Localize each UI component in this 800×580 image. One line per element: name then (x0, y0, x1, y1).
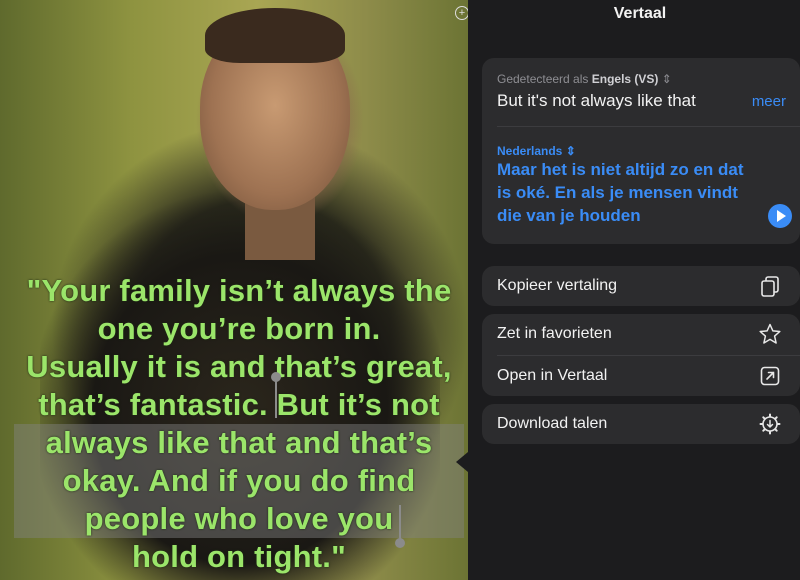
detected-language[interactable]: Gedetecteerd als Engels (VS) ⇕ (497, 72, 672, 86)
gear-download-icon (759, 413, 781, 435)
add-icon[interactable]: + (455, 6, 468, 20)
target-language-name: Nederlands (497, 144, 563, 158)
open-external-icon (760, 366, 780, 386)
source-text: But it's not always like that (497, 91, 696, 110)
copy-icon (761, 276, 779, 297)
download-card: Download talen (482, 404, 800, 444)
screen: "Your family isn’t always the one you’re… (0, 0, 800, 580)
background-photo: "Your family isn’t always the one you’re… (0, 0, 468, 580)
quote-line-selected[interactable]: people who love you (14, 500, 464, 538)
action-open-in-translate[interactable]: Open in Vertaal (482, 356, 800, 396)
copy-card: Kopieer vertaling (482, 266, 800, 306)
quote-text[interactable]: "Your family isn’t always the one you’re… (14, 272, 464, 576)
panel-title: Vertaal (613, 5, 667, 22)
action-download-languages[interactable]: Download talen (482, 404, 800, 444)
quote-line[interactable]: "Your family isn’t always the (14, 272, 464, 310)
quote-line[interactable]: Usually it is and that’s great, (14, 348, 464, 386)
action-label: Open in Vertaal (497, 367, 608, 384)
translated-text: Maar het is niet altijd zo en dat is oké… (497, 160, 744, 225)
photo-person-hair (205, 8, 345, 63)
favorites-open-card: Zet in favorieten Open in Vertaal (482, 314, 800, 396)
quote-line[interactable]: one you’re born in. (14, 310, 464, 348)
play-audio-button[interactable] (768, 204, 792, 228)
action-label: Zet in favorieten (497, 325, 612, 342)
chevron-updown-icon: ⇕ (565, 144, 576, 158)
selection-start-line (275, 380, 277, 418)
action-add-favorites[interactable]: Zet in favorieten (482, 314, 800, 354)
target-language[interactable]: Nederlands ⇕ (497, 144, 576, 158)
quote-line[interactable]: that’s fantastic. But it’s not (14, 386, 464, 424)
quote-line-selected[interactable]: always like that and that’s (14, 424, 464, 462)
selection-end-handle[interactable] (395, 538, 405, 548)
more-link[interactable]: meer (752, 93, 786, 110)
chevron-updown-icon: ⇕ (661, 72, 672, 86)
action-label: Download talen (497, 415, 608, 432)
divider (497, 126, 800, 127)
action-copy-translation[interactable]: Kopieer vertaling (482, 266, 800, 306)
popover-arrow (456, 452, 468, 472)
edge-toolbar: + (455, 6, 468, 236)
star-icon (759, 323, 781, 344)
detected-prefix: Gedetecteerd als (497, 72, 589, 86)
action-label: Kopieer vertaling (497, 277, 618, 294)
translate-panel: Vertaal Gedetecteerd als Engels (VS) ⇕ B… (468, 0, 800, 580)
detected-language-name: Engels (VS) (591, 72, 659, 86)
quote-line-selected[interactable]: okay. And if you do find (14, 462, 464, 500)
translation-card: Gedetecteerd als Engels (VS) ⇕ But it's … (482, 58, 800, 244)
